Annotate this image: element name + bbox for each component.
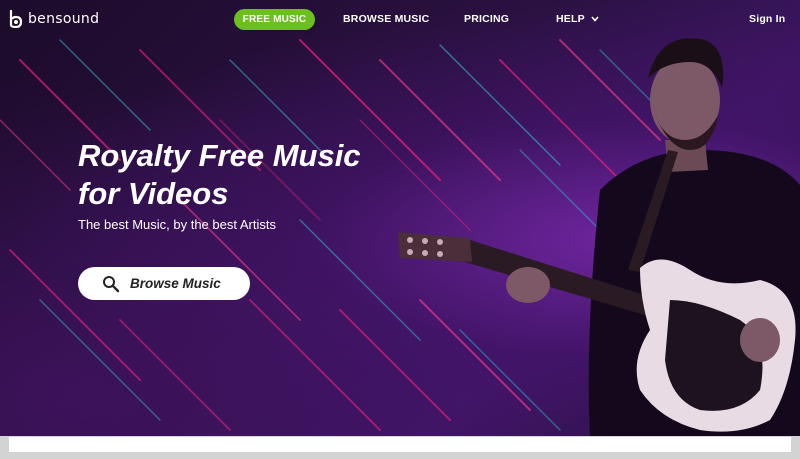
hero-title: Royalty Free Music for Videos	[78, 137, 398, 213]
browse-music-button[interactable]: Browse Music	[78, 267, 250, 300]
nav-browse-music[interactable]: BROWSE MUSIC	[343, 13, 429, 25]
nav-help[interactable]: HELP	[556, 13, 585, 25]
hero-title-line-1: Royalty Free Music	[78, 138, 361, 173]
hero-title-line-2: for Videos	[78, 176, 229, 211]
bensound-logo-icon	[9, 10, 23, 28]
top-navigation: bensound FREE MUSIC BROWSE MUSIC PRICING…	[0, 0, 800, 38]
search-icon	[103, 275, 120, 292]
nav-help-dropdown[interactable]: HELP	[556, 13, 599, 25]
nav-free-music[interactable]: FREE MUSIC	[234, 9, 315, 30]
content-card-top-edge	[9, 437, 791, 452]
brand-logo[interactable]: bensound	[9, 10, 99, 28]
hero-subtitle: The best Music, by the best Artists	[78, 217, 276, 232]
browse-music-button-label: Browse Music	[130, 276, 221, 291]
brand-name: bensound	[28, 11, 100, 27]
sign-in-link[interactable]: Sign In	[749, 13, 785, 25]
nav-pricing[interactable]: PRICING	[464, 13, 509, 25]
chevron-down-icon	[591, 16, 599, 22]
